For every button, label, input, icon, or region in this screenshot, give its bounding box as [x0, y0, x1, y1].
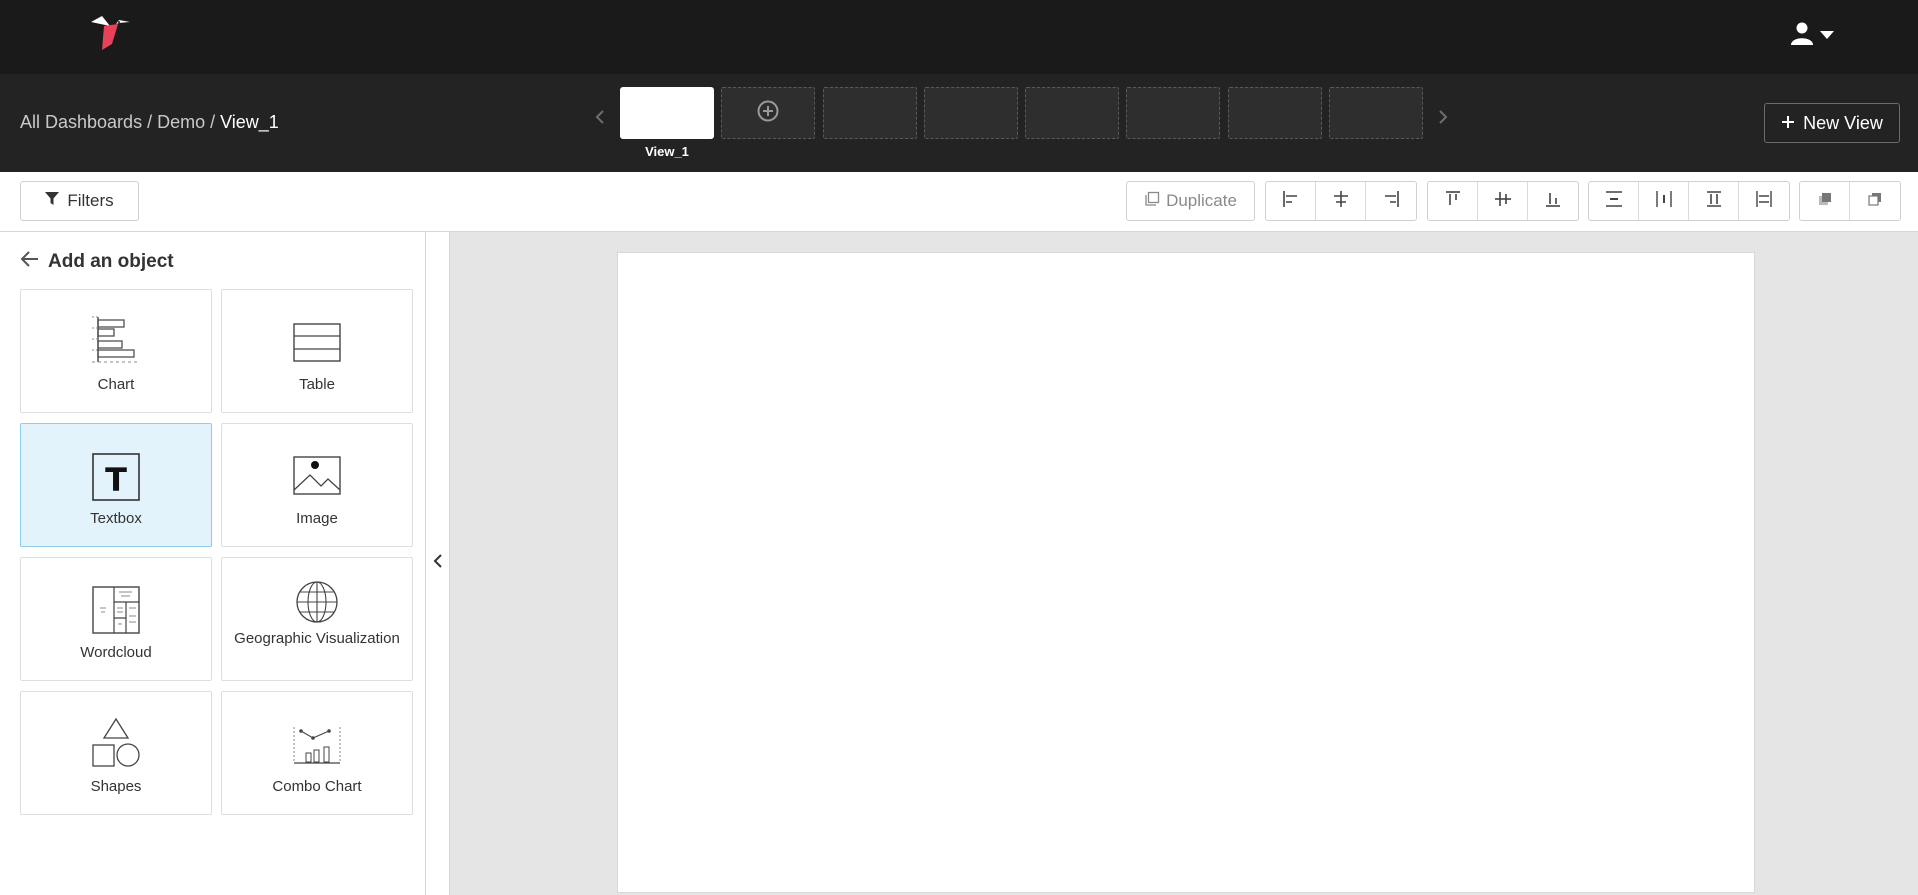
distribute-left-button[interactable]	[1739, 182, 1789, 220]
top-bar	[0, 0, 1918, 74]
align-left-icon	[1281, 189, 1301, 214]
filter-icon	[45, 191, 60, 211]
object-tile-shapes[interactable]: Shapes	[20, 691, 212, 815]
distribute-horizontal-button[interactable]	[1639, 182, 1689, 220]
align-middle-button[interactable]	[1478, 182, 1528, 220]
align-left-button[interactable]	[1266, 182, 1316, 220]
views-prev-button[interactable]	[590, 104, 610, 134]
shapes-icon	[21, 718, 211, 768]
object-tile-combo-chart[interactable]: Combo Chart	[221, 691, 413, 815]
object-tile-wordcloud[interactable]: Wordcloud	[20, 557, 212, 681]
distribute-vertical-button[interactable]	[1589, 182, 1639, 220]
view-bar: All Dashboards / Demo / View_1 View_1 New Vi…	[0, 74, 1918, 172]
filters-label: Filters	[67, 191, 114, 210]
align-center-button[interactable]	[1316, 182, 1366, 220]
image-icon	[222, 456, 412, 496]
dashboard-canvas[interactable]	[617, 252, 1755, 893]
table-icon	[222, 323, 412, 363]
align-right-button[interactable]	[1366, 182, 1416, 220]
distribute-top-icon	[1704, 189, 1724, 214]
send-backward-icon	[1865, 189, 1885, 214]
globe-icon	[222, 580, 412, 624]
arrow-left-icon	[20, 250, 40, 274]
back-to-panel-button[interactable]: Add an object	[20, 250, 174, 274]
object-tile-label: Table	[299, 376, 335, 393]
distribute-horizontal-icon	[1654, 189, 1674, 214]
view-thumbnail-label: View_1	[645, 144, 689, 159]
layer-order-group	[1799, 181, 1901, 221]
view-thumbnail-view-1[interactable]	[620, 87, 714, 139]
distribute-top-button[interactable]	[1689, 182, 1739, 220]
chevron-left-icon	[595, 109, 605, 130]
hummingbird-logo-icon[interactable]	[88, 14, 134, 54]
empty-view-slot	[1025, 87, 1119, 139]
views-next-button[interactable]	[1433, 104, 1453, 134]
breadcrumb: All Dashboards / Demo / View_1	[20, 112, 279, 133]
add-view-thumbnail[interactable]	[721, 87, 815, 139]
distribute-group	[1588, 181, 1790, 221]
object-tile-textbox[interactable]: T Textbox	[20, 423, 212, 547]
align-right-icon	[1381, 189, 1401, 214]
breadcrumb-separator: /	[147, 112, 153, 132]
breadcrumb-current-view: View_1	[220, 112, 279, 132]
object-tile-image[interactable]: Image	[221, 423, 413, 547]
combo-chart-icon	[222, 725, 412, 765]
empty-view-slot	[924, 87, 1018, 139]
bring-forward-icon	[1815, 189, 1835, 214]
object-tile-table[interactable]: Table	[221, 289, 413, 413]
chevron-left-icon	[433, 553, 443, 574]
empty-view-slot	[1228, 87, 1322, 139]
breadcrumb-separator: /	[210, 112, 216, 132]
object-tile-geographic-visualization[interactable]: Geographic Visualization	[221, 557, 413, 681]
breadcrumb-dashboard[interactable]: Demo	[157, 112, 205, 132]
align-bottom-button[interactable]	[1528, 182, 1578, 220]
object-tile-label: Shapes	[90, 778, 142, 795]
user-icon	[1790, 21, 1814, 50]
caret-down-icon	[1820, 26, 1834, 44]
user-menu[interactable]	[1790, 20, 1838, 50]
align-center-horizontal-icon	[1331, 189, 1351, 214]
panel-title: Add an object	[48, 251, 174, 272]
object-tile-label: Geographic Visualization	[234, 630, 400, 647]
empty-view-slot	[1329, 87, 1423, 139]
object-tile-chart[interactable]: Chart	[20, 289, 212, 413]
distribute-vertical-icon	[1604, 189, 1624, 214]
svg-text:T: T	[105, 461, 127, 499]
object-tile-label: Textbox	[90, 510, 142, 527]
duplicate-label: Duplicate	[1166, 191, 1237, 210]
duplicate-button[interactable]: Duplicate	[1126, 181, 1255, 221]
chevron-right-icon	[1438, 109, 1448, 130]
bar-chart-icon	[21, 316, 211, 368]
align-top-button[interactable]	[1428, 182, 1478, 220]
collapse-panel-button[interactable]	[426, 232, 450, 895]
filters-button[interactable]: Filters	[20, 181, 139, 221]
plus-icon	[1781, 113, 1795, 134]
align-top-icon	[1443, 189, 1463, 214]
textbox-icon: T	[21, 453, 211, 501]
empty-view-slot	[823, 87, 917, 139]
horizontal-align-group	[1265, 181, 1417, 221]
breadcrumb-all-dashboards[interactable]: All Dashboards	[20, 112, 142, 132]
object-tile-label: Image	[296, 510, 338, 527]
vertical-align-group	[1427, 181, 1579, 221]
empty-view-slot	[1126, 87, 1220, 139]
plus-circle-icon	[756, 99, 780, 128]
wordcloud-icon	[21, 586, 211, 634]
new-view-label: New View	[1803, 112, 1883, 133]
bring-forward-button[interactable]	[1800, 182, 1850, 220]
canvas-area	[450, 232, 1918, 895]
object-tile-label: Chart	[97, 376, 135, 393]
new-view-button[interactable]: New View	[1764, 103, 1900, 143]
object-tile-label: Wordcloud	[80, 644, 152, 661]
distribute-left-icon	[1754, 189, 1774, 214]
align-middle-vertical-icon	[1493, 189, 1513, 214]
send-backward-button[interactable]	[1850, 182, 1900, 220]
add-object-panel: Add an object Chart Table T Textbox Imag…	[0, 232, 426, 895]
object-tile-label: Combo Chart	[272, 778, 362, 795]
copy-icon	[1144, 191, 1160, 212]
align-bottom-icon	[1543, 189, 1563, 214]
editor-toolbar: Filters Duplicate	[0, 172, 1918, 232]
